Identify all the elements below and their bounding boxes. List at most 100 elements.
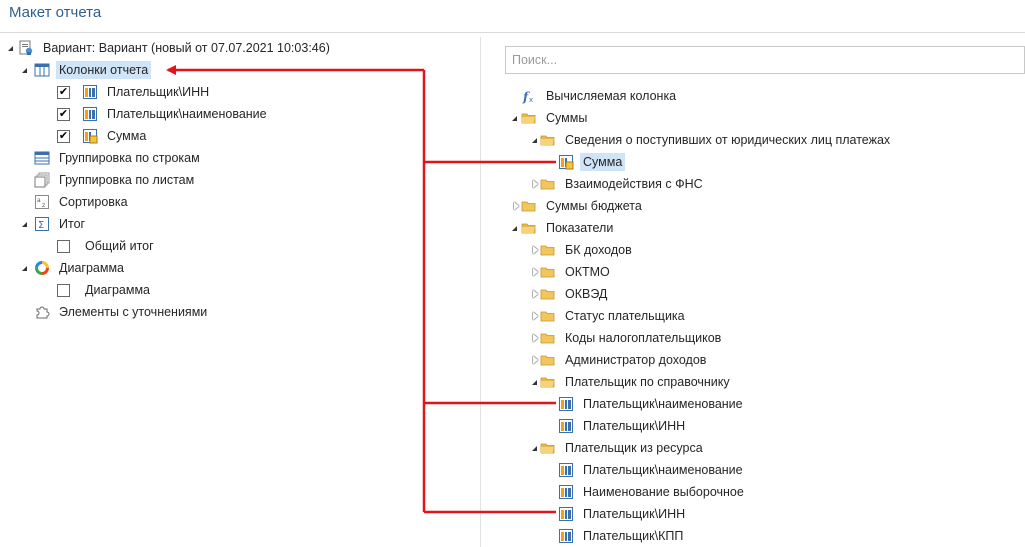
folder-open-icon — [521, 110, 537, 126]
tree-item-payer-res-sel[interactable]: Наименование выборочное — [558, 481, 747, 503]
folder-icon — [521, 198, 537, 214]
field-icon — [82, 84, 98, 100]
tree-item-sorting[interactable]: az Сортировка — [34, 191, 131, 213]
payer-status-expander[interactable] — [530, 305, 540, 327]
diagram-item-checkbox[interactable] — [57, 283, 70, 297]
tree-item-diagram-label: Диаграмма — [59, 261, 125, 275]
tree-item-sum-label: Сумма — [580, 153, 626, 171]
tree-item-payer-status-label: Статус плательщика — [565, 309, 685, 323]
tree-item-payer-res-inn-label: Плательщик\ИНН — [583, 507, 686, 521]
tree-item-bk-label: БК доходов — [565, 243, 632, 257]
diagram-expander[interactable] — [18, 257, 28, 279]
oktmo-expander[interactable] — [530, 261, 540, 283]
search-input[interactable] — [506, 47, 1024, 73]
tree-item-columns[interactable]: Колонки отчета — [34, 59, 152, 81]
tree-item-sums-info-label: Сведения о поступивших от юридических ли… — [565, 133, 891, 147]
tree-item-sums-label: Суммы — [546, 111, 588, 125]
folder-icon — [540, 242, 556, 258]
window-title: Макет отчета — [9, 4, 102, 21]
tree-item-total[interactable]: Σ Итог — [34, 213, 88, 235]
col-name-checkbox[interactable]: ✔ — [57, 107, 70, 121]
tree-item-diagram-item[interactable]: Диаграмма — [57, 279, 153, 301]
tree-item-bk[interactable]: БК доходов — [540, 239, 635, 261]
root-expander[interactable] — [4, 37, 14, 59]
tree-item-okved[interactable]: ОКВЭД — [540, 283, 610, 305]
tree-item-total-item[interactable]: Общий итог — [57, 235, 157, 257]
col-inn-checkbox[interactable]: ✔ — [57, 85, 70, 99]
grouping-sheets-icon — [34, 172, 50, 188]
tree-item-oktmo[interactable]: ОКТМО — [540, 261, 613, 283]
tree-item-sums-info[interactable]: Сведения о поступивших от юридических ли… — [540, 129, 893, 151]
sums-expander[interactable] — [508, 107, 518, 129]
grouping-rows-icon — [34, 150, 50, 166]
indicators-expander[interactable] — [508, 217, 518, 239]
tree-item-payer-ref[interactable]: Плательщик по справочнику — [540, 371, 733, 393]
tree-item-diagram[interactable]: Диаграмма — [34, 257, 127, 279]
folder-icon — [540, 308, 556, 324]
folder-icon — [540, 176, 556, 192]
tree-item-payer-res-name-label: Плательщик\наименование — [583, 463, 743, 477]
tree-item-payer-res-name[interactable]: Плательщик\наименование — [558, 459, 746, 481]
tree-item-refinements[interactable]: Элементы с уточнениями — [34, 301, 210, 323]
tree-item-payer-status[interactable]: Статус плательщика — [540, 305, 688, 327]
tree-item-indicators-label: Показатели — [546, 221, 614, 235]
field-icon — [558, 506, 574, 522]
title-divider — [0, 32, 1025, 33]
function-icon: fx — [521, 88, 537, 104]
sums-info-expander[interactable] — [528, 129, 538, 151]
tree-item-tax-codes[interactable]: Коды налогоплательщиков — [540, 327, 724, 349]
tree-item-tax-codes-label: Коды налогоплательщиков — [565, 331, 722, 345]
tree-item-payer-res-kpp[interactable]: Плательщик\КПП — [558, 525, 686, 547]
tree-item-root[interactable]: Вариант: Вариант (новый от 07.07.2021 10… — [18, 37, 333, 59]
svg-text:a: a — [37, 197, 41, 204]
sort-icon: az — [34, 194, 50, 210]
tree-item-payer-ref-inn[interactable]: Плательщик\ИНН — [558, 415, 688, 437]
field-icon — [558, 528, 574, 544]
budget-sums-expander[interactable] — [511, 195, 521, 217]
field-icon — [558, 462, 574, 478]
tree-item-diagram-item-label: Диаграмма — [85, 283, 151, 297]
col-sum-checkbox[interactable]: ✔ — [57, 129, 70, 143]
tree-item-refinements-label: Элементы с уточнениями — [59, 305, 208, 319]
folder-open-icon — [540, 374, 556, 390]
tree-item-payer-res-inn[interactable]: Плательщик\ИНН — [558, 503, 688, 525]
tree-item-sums[interactable]: Суммы — [521, 107, 590, 129]
total-expander[interactable] — [18, 213, 28, 235]
tree-item-calc-column[interactable]: fx Вычисляемая колонка — [521, 85, 679, 107]
tree-item-col-name[interactable]: ✔ Плательщик\наименование — [57, 103, 270, 125]
admin-expander[interactable] — [530, 349, 540, 371]
tree-item-grouping-rows[interactable]: Группировка по строкам — [34, 147, 203, 169]
folder-icon — [540, 264, 556, 280]
tree-item-admin[interactable]: Администратор доходов — [540, 349, 709, 371]
tree-item-col-sum-label: Сумма — [107, 129, 147, 143]
payer-res-expander[interactable] — [528, 437, 538, 459]
columns-expander[interactable] — [18, 59, 28, 81]
tree-item-total-label: Итог — [59, 217, 86, 231]
payer-ref-expander[interactable] — [528, 371, 538, 393]
tree-item-budget-sums[interactable]: Суммы бюджета — [521, 195, 645, 217]
tree-item-col-sum[interactable]: ✔ Сумма — [57, 125, 149, 147]
tree-item-sorting-label: Сортировка — [59, 195, 128, 209]
fns-expander[interactable] — [530, 173, 540, 195]
tree-item-payer-ref-name[interactable]: Плательщик\наименование — [558, 393, 746, 415]
tree-item-payer-res[interactable]: Плательщик из ресурса — [540, 437, 706, 459]
tree-item-col-name-label: Плательщик\наименование — [107, 107, 267, 121]
report-variant-icon — [18, 40, 34, 56]
folder-icon — [540, 330, 556, 346]
total-item-checkbox[interactable] — [57, 239, 70, 253]
tree-item-sum[interactable]: Сумма — [558, 151, 626, 173]
tree-item-payer-res-label: Плательщик из ресурса — [565, 441, 703, 455]
folder-open-icon — [540, 440, 556, 456]
puzzle-icon — [34, 304, 50, 320]
tree-item-payer-res-kpp-label: Плательщик\КПП — [583, 529, 684, 543]
tree-item-grouping-sheets[interactable]: Группировка по листам — [34, 169, 197, 191]
donut-chart-icon — [34, 260, 50, 276]
tree-item-payer-ref-label: Плательщик по справочнику — [565, 375, 730, 389]
okved-expander[interactable] — [530, 283, 540, 305]
tree-item-admin-label: Администратор доходов — [565, 353, 707, 367]
tree-item-indicators[interactable]: Показатели — [521, 217, 616, 239]
tax-codes-expander[interactable] — [530, 327, 540, 349]
bk-expander[interactable] — [530, 239, 540, 261]
tree-item-fns[interactable]: Взаимодействия с ФНС — [540, 173, 706, 195]
tree-item-col-inn[interactable]: ✔ Плательщик\ИНН — [57, 81, 212, 103]
